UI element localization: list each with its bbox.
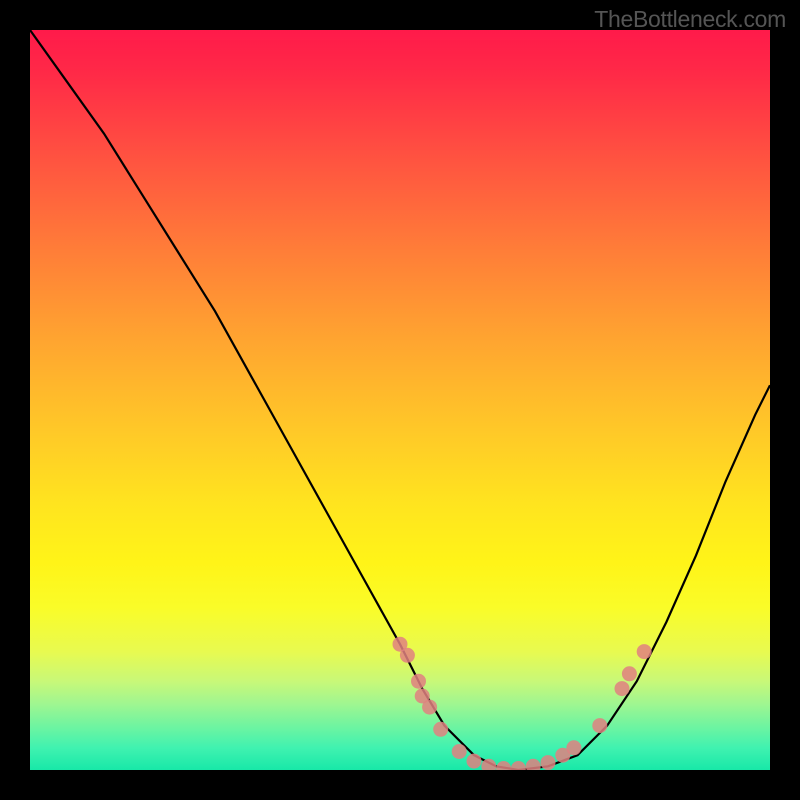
data-point (622, 666, 637, 681)
data-point (467, 754, 482, 769)
data-point (566, 740, 581, 755)
data-point (411, 674, 426, 689)
data-point (511, 761, 526, 770)
bottleneck-curve (30, 30, 770, 770)
watermark-text: TheBottleneck.com (594, 6, 786, 33)
plot-area (30, 30, 770, 770)
data-point (592, 718, 607, 733)
data-points-group (393, 637, 652, 770)
data-point (400, 648, 415, 663)
data-point (541, 755, 556, 770)
data-point (422, 700, 437, 715)
chart-svg (30, 30, 770, 770)
data-point (637, 644, 652, 659)
data-point (452, 744, 467, 759)
data-point (433, 722, 448, 737)
data-point (615, 681, 630, 696)
data-point (526, 759, 541, 770)
data-point (496, 761, 511, 770)
